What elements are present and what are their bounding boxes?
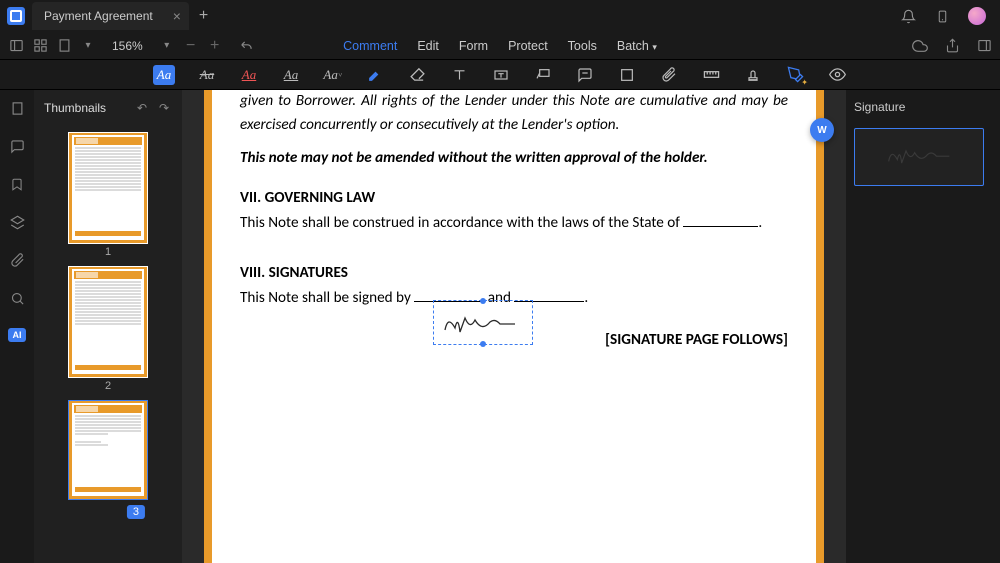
measure-tool[interactable] — [701, 65, 721, 85]
panel-toggle-icon[interactable] — [976, 38, 992, 54]
cloud-icon[interactable] — [912, 38, 928, 54]
signature-tool[interactable]: ✦ — [785, 65, 805, 85]
section-7-body: This Note shall be construed in accordan… — [240, 212, 788, 236]
doc-paragraph-1: given to Borrower. All rights of the Len… — [240, 90, 788, 137]
menu-tools[interactable]: Tools — [568, 39, 597, 53]
comments-rail-icon[interactable] — [9, 138, 25, 154]
highlight-tool[interactable]: Aa — [153, 65, 175, 85]
text-tool[interactable] — [449, 65, 469, 85]
signature-panel: Signature — [846, 90, 1000, 563]
rotate-left-icon[interactable]: ↶ — [134, 100, 150, 116]
layers-rail-icon[interactable] — [9, 214, 25, 230]
bookmarks-rail-icon[interactable] — [9, 176, 25, 192]
title-bar: Payment Agreement × + — [0, 0, 1000, 32]
app-logo[interactable] — [0, 0, 32, 32]
tab-title: Payment Agreement — [44, 9, 153, 23]
thumbnails-title: Thumbnails — [44, 101, 106, 115]
signature-image[interactable] — [440, 310, 520, 340]
thumbnails-panel: Thumbnails ↶ ↷ 1 — [34, 90, 182, 563]
thumb-num-2: 2 — [34, 380, 182, 392]
section-7-title: VII. GOVERNING LAW — [240, 187, 788, 211]
thumbnail-page-3[interactable] — [68, 400, 148, 500]
page-view-icon[interactable] — [56, 38, 72, 54]
search-rail-icon[interactable] — [9, 290, 25, 306]
strikethrough-tool[interactable]: Aa — [197, 65, 217, 85]
thumb-num-1: 1 — [34, 246, 182, 258]
signature-preview[interactable] — [854, 128, 984, 186]
floating-word-badge[interactable]: W — [810, 118, 834, 142]
pencil-tool[interactable] — [365, 65, 385, 85]
ai-badge[interactable]: AI — [8, 328, 26, 342]
attachment-tool[interactable] — [659, 65, 679, 85]
bell-icon[interactable] — [900, 8, 916, 24]
menu-batch[interactable]: Batch ▾ — [617, 39, 657, 53]
share-icon[interactable] — [944, 38, 960, 54]
attachments-rail-icon[interactable] — [9, 252, 25, 268]
signature-panel-title: Signature — [854, 100, 992, 114]
zoom-in-button[interactable]: + — [207, 38, 223, 54]
note-tool[interactable] — [575, 65, 595, 85]
zoom-level[interactable]: 156% — [112, 39, 143, 53]
thumbnail-page-1[interactable] — [68, 132, 148, 244]
zoom-dropdown-icon[interactable]: ▾ — [159, 38, 175, 54]
user-avatar[interactable] — [968, 7, 986, 25]
document-tab[interactable]: Payment Agreement × — [32, 2, 189, 30]
menu-edit[interactable]: Edit — [417, 39, 439, 53]
thumbnails-rail-icon[interactable] — [9, 100, 25, 116]
menu-form[interactable]: Form — [459, 39, 488, 53]
callout-tool[interactable] — [533, 65, 553, 85]
shape-tool[interactable] — [617, 65, 637, 85]
stamp-tool[interactable] — [743, 65, 763, 85]
rotate-right-icon[interactable]: ↷ — [156, 100, 172, 116]
add-tab-button[interactable]: + — [189, 7, 218, 25]
close-tab-icon[interactable]: × — [173, 8, 181, 24]
undo-icon[interactable] — [239, 38, 255, 54]
zoom-out-button[interactable]: − — [183, 38, 199, 54]
eraser-tool[interactable] — [407, 65, 427, 85]
sidebar-toggle-icon[interactable] — [8, 38, 24, 54]
menu-protect[interactable]: Protect — [508, 39, 548, 53]
phone-icon[interactable] — [934, 8, 950, 24]
squiggly-tool[interactable]: Aa — [281, 65, 301, 85]
eye-tool[interactable] — [827, 65, 847, 85]
comment-toolbar: Aa Aa Aa Aa Aa˅ ✦ — [0, 60, 1000, 90]
menu-comment[interactable]: Comment — [343, 39, 397, 53]
doc-paragraph-2: This note may not be amended without the… — [240, 147, 788, 171]
view-bar: ▾ 156% ▾ − + Comment Edit Form Protect T… — [0, 32, 1000, 60]
main-menu: Comment Edit Form Protect Tools Batch ▾ — [343, 39, 657, 53]
thumbnail-page-2[interactable] — [68, 266, 148, 378]
underline-tool[interactable]: Aa — [239, 65, 259, 85]
thumb-num-3: 3 — [127, 505, 145, 519]
left-rail: AI — [0, 90, 34, 563]
caret-tool[interactable]: Aa˅ — [323, 65, 343, 85]
grid-view-icon[interactable] — [32, 38, 48, 54]
section-8-body: This Note shall be signed by and . — [240, 287, 788, 311]
dropdown-icon[interactable]: ▾ — [80, 38, 96, 54]
document-area[interactable]: given to Borrower. All rights of the Len… — [182, 90, 846, 563]
document-page: given to Borrower. All rights of the Len… — [204, 90, 824, 563]
section-8-title: VIII. SIGNATURES — [240, 262, 788, 286]
textbox-tool[interactable] — [491, 65, 511, 85]
